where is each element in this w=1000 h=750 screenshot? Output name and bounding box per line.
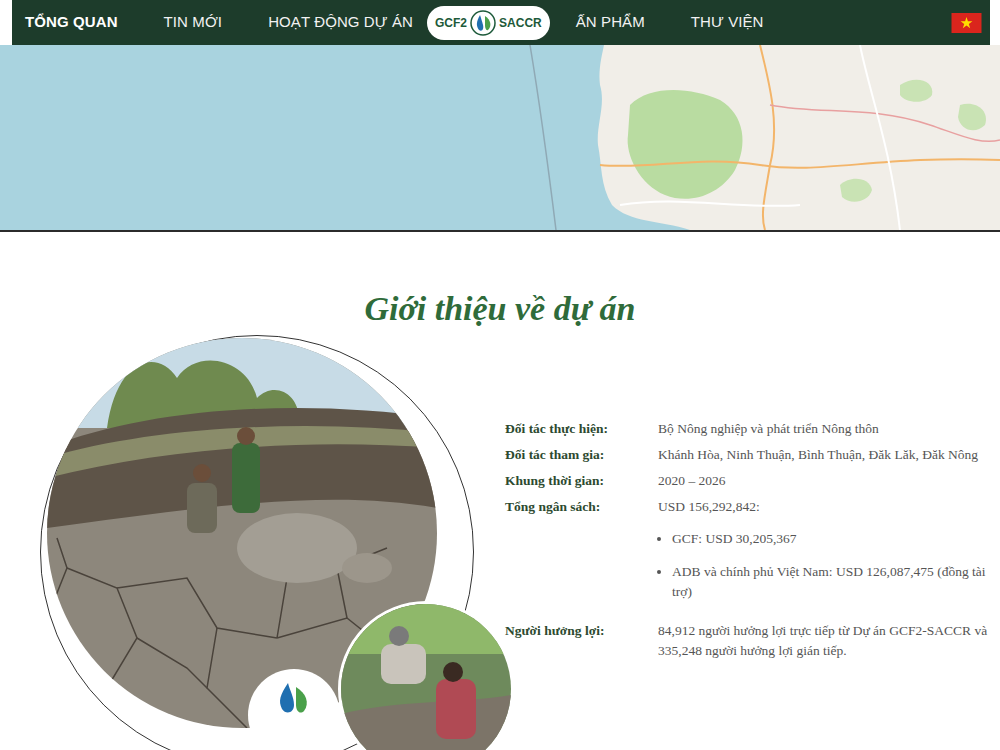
info-value-cell: 84,912 người hưởng lợi trực tiếp từ Dự á… [658, 621, 995, 661]
photo-collage [0, 331, 505, 731]
intro-section: Giới thiệu về dự án [0, 232, 1000, 731]
project-info: Đối tác thực hiện:Bộ Nông nghiệp và phát… [505, 331, 1000, 731]
info-value: 84,912 người hưởng lợi trực tiếp từ Dự á… [658, 621, 995, 661]
info-value-cell: 2020 – 2026 [658, 471, 995, 491]
nav-link-item[interactable]: HOẠT ĐỘNG DỰ ÁN [268, 11, 413, 34]
info-value: USD 156,292,842: [658, 497, 995, 517]
map[interactable] [0, 45, 1000, 230]
budget-item: ADB và chính phủ Việt Nam: USD 126,087,4… [672, 562, 995, 602]
vietnam-flag-icon [951, 13, 982, 33]
top-navigation: TỔNG QUAN TIN MỚI HOẠT ĐỘNG DỰ ÁN GCF2 SACCR… [12, 0, 990, 45]
budget-item: GCF: USD 30,205,367 [672, 529, 995, 549]
site-logo[interactable]: GCF2 SACCR [427, 6, 550, 40]
logo-left-text: GCF2 [435, 14, 467, 32]
info-value-cell: USD 156,292,842: GCF: USD 30,205,367 ADB v… [658, 497, 995, 615]
info-value: Khánh Hòa, Ninh Thuận, Bình Thuận, Đăk L… [658, 445, 995, 465]
nav-link-item[interactable]: TỔNG QUAN [25, 11, 118, 34]
info-row: Đối tác thực hiện:Bộ Nông nghiệp và phát… [505, 419, 995, 439]
info-label: Đối tác thực hiện: [505, 419, 658, 439]
budget-list: GCF: USD 30,205,367 ADB và chính phủ Việt… [658, 529, 995, 602]
info-label: Tổng ngân sách: [505, 497, 658, 615]
section-title: Giới thiệu về dự án [0, 232, 1000, 331]
info-label: Đối tác tham gia: [505, 445, 658, 465]
info-label: Người hưởng lợi: [505, 621, 658, 661]
nav-link-item[interactable]: ẤN PHẨM [576, 11, 645, 34]
logo-right-text: SACCR [499, 14, 542, 32]
info-value-cell: Khánh Hòa, Ninh Thuận, Bình Thuận, Đăk L… [658, 445, 995, 465]
info-row: Khung thời gian:2020 – 2026 [505, 471, 995, 491]
info-row: Đối tác tham gia:Khánh Hòa, Ninh Thuận, … [505, 445, 995, 465]
info-row: Người hưởng lợi:84,912 người hưởng lợi t… [505, 621, 995, 661]
language-flag[interactable] [951, 13, 982, 33]
drop-leaf-icon [274, 679, 314, 719]
info-value: 2020 – 2026 [658, 471, 995, 491]
project-logo [248, 669, 340, 750]
info-value-cell: Bộ Nông nghiệp và phát triển Nông thôn [658, 419, 995, 439]
nav-link-item[interactable]: THƯ VIỆN [691, 11, 764, 34]
info-label: Khung thời gian: [505, 471, 658, 491]
info-value: Bộ Nông nghiệp và phát triển Nông thôn [658, 419, 995, 439]
info-row: Tổng ngân sách:USD 156,292,842: GCF: USD … [505, 497, 995, 615]
leaf-drop-icon [470, 9, 496, 37]
nav-link-item[interactable]: TIN MỚI [164, 11, 223, 34]
